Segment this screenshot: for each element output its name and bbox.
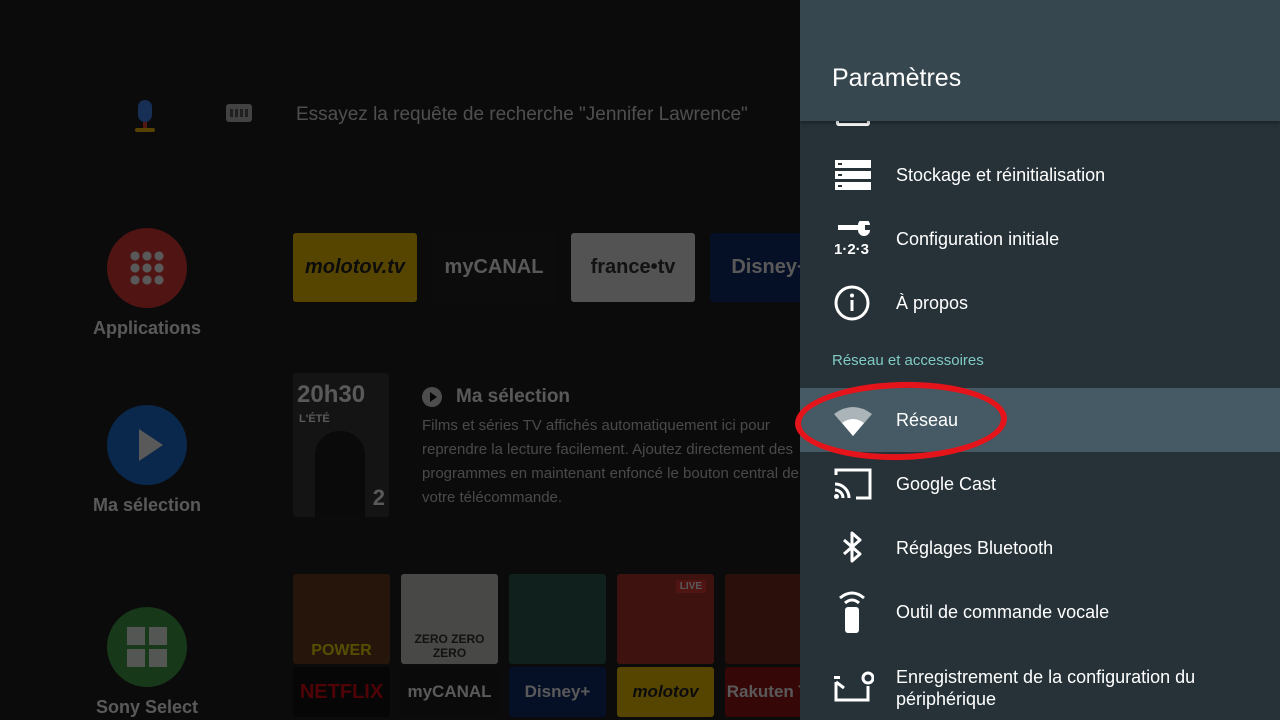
poster-row: POWER ZERO ZERO ZERO LIVE — [293, 574, 800, 664]
menu-item-bluetooth[interactable]: Réglages Bluetooth — [800, 516, 1280, 580]
app-tile-mycanal[interactable]: myCANAL — [432, 233, 556, 302]
description-line: reprendre la lecture facilement. Ajoutez… — [422, 441, 794, 458]
poster-text: ZERO ZERO ZERO — [414, 632, 485, 660]
selection-thumbnail[interactable]: 20h30 L'ÉTÉ 2 — [293, 373, 389, 517]
poster-tile[interactable]: ZERO ZERO ZERO — [401, 574, 498, 664]
menu-item-label: Réglages Bluetooth — [896, 538, 1054, 558]
sony-select-icon — [107, 607, 187, 687]
selection-header: Ma sélection — [422, 386, 570, 408]
thumb-title: 20h30 — [297, 381, 366, 408]
menu-item-label: Google Cast — [896, 474, 997, 494]
brand-tile-netflix[interactable]: NETFLIX — [293, 667, 390, 717]
brand-row: NETFLIX myCANAL Disney+ molotov Rakuten … — [293, 667, 800, 717]
svg-text:1·2·3: 1·2·3 — [834, 241, 869, 257]
selection-title: Ma sélection — [456, 386, 571, 407]
app-tile-molotov[interactable]: molotov.tv — [293, 233, 417, 302]
section-header-network: Réseau et accessoires — [832, 352, 984, 369]
thumb-channel: 2 — [372, 485, 385, 510]
live-badge: LIVE — [675, 580, 706, 593]
nav-applications[interactable]: Applications — [88, 228, 206, 339]
poster-tile[interactable] — [509, 574, 606, 664]
menu-item-label: Stockage et réinitialisation — [896, 165, 1106, 185]
poster-tile[interactable]: POWER — [293, 574, 390, 664]
apps-grid-icon — [107, 228, 187, 308]
menu-item-voice-remote[interactable]: Outil de commande vocale — [800, 580, 1280, 644]
brand-tile-mycanal[interactable]: myCANAL — [401, 667, 498, 717]
selection-description: Films et séries TV affichés automatiquem… — [422, 414, 800, 510]
description-line: programmes en maintenant enfoncé le bout… — [422, 465, 799, 482]
nav-label: Ma sélection — [92, 495, 202, 515]
keyboard-icon[interactable] — [226, 104, 252, 122]
menu-item-about[interactable]: À propos — [800, 271, 1280, 335]
setup-123-icon: 1·2·3 — [834, 221, 870, 257]
search-hint: Essayez la requête de recherche "Jennife… — [296, 104, 748, 125]
play-icon — [107, 405, 187, 485]
menu-item-label: Outil de commande vocale — [896, 602, 1110, 622]
info-icon — [834, 285, 870, 321]
settings-title: Paramètres — [832, 64, 962, 92]
wifi-icon — [834, 407, 872, 436]
home-screen: Essayez la requête de recherche "Jennife… — [0, 0, 800, 720]
poster-tile[interactable] — [725, 574, 800, 664]
nav-ma-selection[interactable]: Ma sélection — [88, 405, 206, 516]
menu-item-storage[interactable]: Stockage et réinitialisation — [800, 143, 1280, 207]
poster-tile[interactable]: LIVE — [617, 574, 714, 664]
brand-tile-molotov[interactable]: molotov — [617, 667, 714, 717]
poster-text: POWER — [311, 642, 372, 659]
menu-item-device-registration[interactable]: Enregistrement de la configuration du pé… — [800, 656, 1280, 720]
cast-icon — [834, 468, 872, 500]
brand-tile-disney[interactable]: Disney+ — [509, 667, 606, 717]
menu-item-label: Configuration initiale — [896, 229, 1060, 249]
app-row: molotov.tv myCANAL france•tv Disney+ — [293, 233, 800, 302]
app-tile-francetv[interactable]: france•tv — [571, 233, 695, 302]
settings-header: Paramètres — [800, 0, 1280, 121]
nav-label: Applications — [92, 318, 201, 338]
remote-icon — [839, 591, 865, 633]
description-line: votre télécommande. — [422, 489, 563, 506]
thumb-subtitle: L'ÉTÉ — [299, 413, 330, 425]
menu-item-label: Réseau — [896, 410, 959, 430]
search-bar[interactable]: Essayez la requête de recherche "Jennife… — [130, 96, 748, 136]
device-setup-icon — [834, 671, 874, 702]
brand-tile-rakuten[interactable]: Rakuten TV — [725, 667, 800, 717]
nav-sony-select[interactable]: Sony Select — [88, 607, 206, 718]
menu-item-initial-setup[interactable]: 1·2·3 Configuration initiale — [800, 207, 1280, 271]
menu-item-label: Enregistrement de la configuration du pé… — [896, 667, 1196, 709]
description-line: Films et séries TV affichés automatiquem… — [422, 417, 770, 434]
nav-label: Sony Select — [95, 697, 199, 717]
app-tile-disney[interactable]: Disney+ — [710, 233, 800, 302]
menu-item-label: À propos — [896, 293, 969, 313]
bluetooth-icon — [843, 531, 862, 563]
storage-icon — [835, 160, 871, 190]
menu-item-google-cast[interactable]: Google Cast — [800, 452, 1280, 516]
microphone-icon[interactable] — [130, 98, 160, 134]
play-circle-icon — [422, 387, 442, 407]
settings-panel: Paramètres Stockage et réinitialisation … — [800, 0, 1280, 720]
menu-item-network[interactable]: Réseau — [800, 388, 1280, 452]
